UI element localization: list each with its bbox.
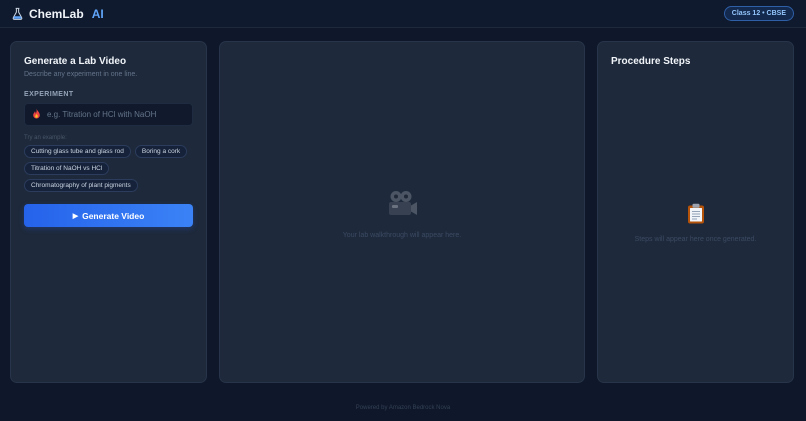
play-icon: ▶	[72, 212, 79, 220]
generate-subtitle: Describe any experiment in one line.	[24, 71, 138, 78]
generate-title: Generate a Lab Video	[24, 56, 127, 67]
example-chip[interactable]: Cutting glass tube and glass rod	[24, 145, 131, 158]
brand[interactable]: ChemLab AI	[10, 7, 104, 21]
example-chips: Cutting glass tube and glass rod Boring …	[24, 145, 193, 192]
experiment-input-wrapper[interactable]	[24, 103, 193, 126]
clipboard-icon	[687, 203, 705, 229]
steps-placeholder-text: Steps will appear here once generated.	[634, 236, 757, 243]
generate-panel: Generate a Lab Video Describe any experi…	[10, 41, 207, 383]
experiment-label: EXPERIMENT	[24, 91, 74, 98]
flame-icon	[32, 106, 41, 124]
video-placeholder-text: Your lab walkthrough will appear here.	[342, 232, 462, 239]
footer: Powered by Amazon Bedrock Nova	[355, 405, 451, 411]
procedure-steps-panel: Procedure Steps Steps will appear here o…	[597, 41, 794, 383]
example-chip[interactable]: Titration of NaOH vs HCl	[24, 162, 110, 175]
steps-placeholder: Steps will appear here once generated.	[598, 203, 793, 243]
top-bar: ChemLab AI Class 12 • CBSE	[0, 0, 806, 28]
brand-name: ChemLab	[29, 6, 84, 21]
flask-icon	[10, 7, 24, 21]
generate-video-label: Generate Video	[82, 210, 145, 221]
example-chip[interactable]: Chromatography of plant pigments	[24, 179, 138, 192]
brand-accent: AI	[91, 6, 104, 21]
video-placeholder: Your lab walkthrough will appear here.	[220, 190, 584, 239]
experiment-input[interactable]	[47, 110, 185, 119]
example-chip[interactable]: Boring a cork	[134, 145, 188, 158]
generate-video-button[interactable]: ▶ Generate Video	[24, 204, 193, 227]
movie-camera-icon	[386, 190, 418, 225]
procedure-steps-title: Procedure Steps	[611, 56, 691, 67]
examples-label: Try an example:	[24, 135, 67, 141]
video-panel: Your lab walkthrough will appear here.	[219, 41, 585, 383]
class-badge: Class 12 • CBSE	[723, 6, 794, 21]
